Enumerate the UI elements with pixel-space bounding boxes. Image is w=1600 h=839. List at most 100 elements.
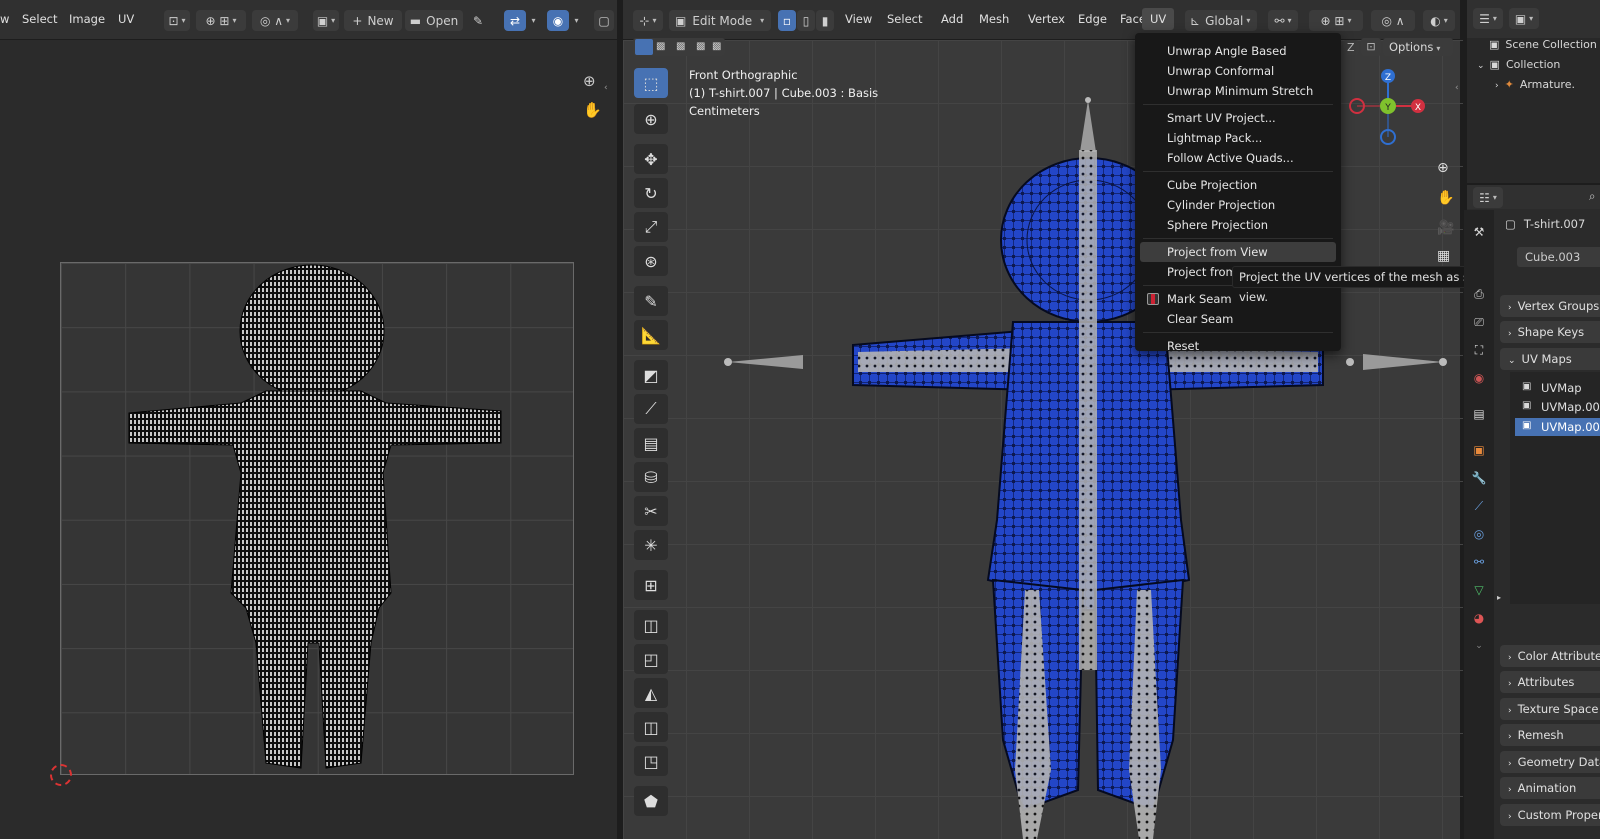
menu-item-mark-seam[interactable]: Mark Seam: [1140, 289, 1336, 309]
select-subtract-icon[interactable]: ▩: [676, 41, 685, 52]
mesh-name-field[interactable]: Cube.003: [1517, 247, 1600, 267]
modifier-tab-icon[interactable]: 🔧: [1471, 470, 1487, 486]
proportional-edit-toggle[interactable]: ◎ ∧ ▾: [252, 10, 298, 31]
render-tab-icon[interactable]: ⎙: [1471, 286, 1487, 302]
collapse-arrow-icon[interactable]: ‹: [604, 83, 608, 93]
uv-menu-select[interactable]: Select: [22, 12, 57, 26]
armature-row[interactable]: › ✦ Armature.: [1495, 78, 1575, 91]
panel-vertex-groups[interactable]: › Vertex Groups: [1500, 295, 1600, 317]
vp-menu-add[interactable]: Add: [941, 12, 963, 26]
auto-merge-icon[interactable]: ⊡: [1361, 38, 1381, 56]
select-new-icon[interactable]: [635, 39, 653, 55]
tool-tab-icon[interactable]: ⚒: [1471, 224, 1487, 240]
overlays-dropdown[interactable]: ▾: [569, 10, 581, 31]
ortho-toggle-icon[interactable]: ▦: [1437, 248, 1450, 264]
display-channels-dropdown[interactable]: ▣ ▾: [313, 10, 339, 31]
menu-item-follow-active-quads[interactable]: Follow Active Quads...: [1140, 148, 1336, 168]
tool-bevel[interactable]: ▤: [634, 428, 668, 458]
new-image-button[interactable]: + New: [344, 10, 402, 31]
tool-poly-build[interactable]: ✳: [634, 530, 668, 560]
uv-sync-selection-toggle[interactable]: ⇄: [504, 10, 526, 31]
pan-view-icon[interactable]: ✋: [1437, 190, 1454, 206]
vp-menu-select[interactable]: Select: [887, 12, 922, 26]
mesh-data-tab-icon[interactable]: ▽: [1471, 582, 1487, 598]
menu-item-lightmap-pack[interactable]: Lightmap Pack...: [1140, 128, 1336, 148]
panel-remesh[interactable]: › Remesh: [1500, 724, 1600, 746]
zoom-view-icon[interactable]: ⊕: [1437, 160, 1449, 176]
tool-cursor[interactable]: ⊕: [634, 104, 668, 134]
material-tab-icon[interactable]: ◕: [1471, 610, 1487, 626]
menu-item-clear-seam[interactable]: Clear Seam: [1140, 309, 1336, 329]
menu-item-project-from-view[interactable]: Project from View: [1140, 242, 1336, 262]
menu-item-cube-projection[interactable]: Cube Projection: [1140, 175, 1336, 195]
pivot-dropdown[interactable]: ⚯ ▾: [1268, 10, 1298, 31]
tool-knife[interactable]: ✂: [634, 496, 668, 526]
panel-color-attributes[interactable]: › Color Attributes: [1500, 645, 1600, 667]
output-tab-icon[interactable]: ⎚: [1471, 314, 1487, 330]
properties-editor-type[interactable]: ☷ ▾: [1473, 187, 1503, 208]
panel-attributes[interactable]: › Attributes: [1500, 671, 1600, 693]
panel-animation[interactable]: › Animation: [1500, 777, 1600, 799]
sync-dropdown[interactable]: ▾: [526, 10, 538, 31]
panel-texture-space[interactable]: › Texture Space: [1500, 698, 1600, 720]
select-extend-icon[interactable]: ▩: [656, 41, 665, 52]
outliner[interactable]: ☰ ▾ ▣ ▾ ▣ Scene Collection ⌄ ▣ Collection › ✦ A…: [1464, 0, 1600, 183]
open-image-button[interactable]: ▬ Open: [405, 10, 463, 31]
vp-menu-vertex[interactable]: Vertex: [1028, 12, 1065, 26]
proportional-editing-toggle[interactable]: ◎ ∧: [1371, 10, 1415, 31]
uv-menu-image[interactable]: Image: [69, 12, 105, 26]
tool-measure[interactable]: 📐: [634, 320, 668, 350]
list-expand-icon[interactable]: ▸: [1497, 593, 1501, 602]
vp-menu-view[interactable]: View: [845, 12, 872, 26]
select-invert-icon[interactable]: ▩: [696, 41, 705, 52]
properties-search-icon[interactable]: ⌕: [1589, 189, 1595, 204]
collection-row[interactable]: ⌄ ▣ Collection: [1477, 58, 1560, 71]
navigation-gizmo[interactable]: Z X Y: [1343, 66, 1433, 146]
mirror-axis-z[interactable]: Z: [1343, 40, 1359, 55]
uv-editor-area[interactable]: w Select Image UV ⊡ ▾ ⊕ ⊞ ▾ ◎ ∧ ▾ ▣ ▾ + New ▬…: [0, 0, 617, 839]
pivot-point-dropdown[interactable]: ⊡ ▾: [164, 10, 190, 31]
menu-item-unwrap-angle-based[interactable]: Unwrap Angle Based: [1140, 41, 1336, 61]
select-intersect-icon[interactable]: ▩: [712, 41, 721, 52]
menu-item-unwrap-minimum-stretch[interactable]: Unwrap Minimum Stretch: [1140, 81, 1336, 101]
tool-rotate[interactable]: ↻: [634, 178, 668, 208]
world-tab-icon[interactable]: ▤: [1471, 406, 1487, 422]
more-tabs-icon[interactable]: ⌄: [1471, 638, 1487, 654]
tool-shear[interactable]: ◫: [634, 712, 668, 742]
tool-spin[interactable]: ⊞: [634, 570, 668, 600]
selection-mode-buttons[interactable]: ▩ ▩ ▩ ▩: [633, 38, 725, 56]
tool-edge-slide[interactable]: ◰: [634, 644, 668, 674]
panel-uv-maps[interactable]: ⌄ UV Maps: [1500, 348, 1600, 370]
face-select-mode-button[interactable]: ▮: [816, 10, 834, 31]
tool-extrude[interactable]: ◩: [634, 360, 668, 390]
tool-inset[interactable]: ⟋: [634, 394, 668, 424]
menu-item-smart-uv-project[interactable]: Smart UV Project...: [1140, 108, 1336, 128]
menu-item-reset[interactable]: Reset: [1140, 336, 1336, 356]
character-mesh[interactable]: [703, 90, 1463, 839]
2d-cursor-icon[interactable]: [50, 764, 72, 786]
panel-geometry-data[interactable]: › Geometry Data: [1500, 751, 1600, 773]
edge-select-mode-button[interactable]: ▯: [797, 10, 815, 31]
tool-transform[interactable]: ⊛: [634, 246, 668, 276]
tool-smooth[interactable]: ◫: [634, 610, 668, 640]
scene-collection-row[interactable]: ▣ Scene Collection: [1489, 38, 1597, 51]
physics-tab-icon[interactable]: ◎: [1471, 526, 1487, 542]
uv-menu-uv[interactable]: UV: [118, 12, 134, 26]
tool-annotate[interactable]: ✎: [634, 286, 668, 316]
uv-menu-view[interactable]: w: [0, 12, 9, 26]
view-layer-tab-icon[interactable]: ⛶: [1471, 342, 1487, 358]
outliner-editor-type[interactable]: ☰ ▾: [1473, 8, 1503, 29]
vertex-select-mode-button[interactable]: ▫: [778, 10, 796, 31]
tool-loop-cut[interactable]: ⛁: [634, 462, 668, 492]
menu-item-unwrap-conformal[interactable]: Unwrap Conformal: [1140, 61, 1336, 81]
display-mode-dropdown[interactable]: ▣ ▾: [1509, 8, 1539, 29]
hand-pan-icon[interactable]: ✋: [583, 101, 602, 119]
vp-menu-uv[interactable]: UV: [1142, 8, 1174, 30]
sidebar-expand-icon[interactable]: ‹: [1455, 83, 1459, 93]
camera-view-icon[interactable]: 🎥: [1437, 220, 1454, 236]
zoom-icon[interactable]: ⊕: [583, 72, 596, 90]
panel-custom-properties[interactable]: › Custom Properties: [1500, 804, 1600, 826]
tool-rip[interactable]: ◳: [634, 746, 668, 776]
uv-snapping-toggle[interactable]: ⊕ ⊞ ▾: [196, 10, 246, 31]
vp-menu-mesh[interactable]: Mesh: [979, 12, 1009, 26]
